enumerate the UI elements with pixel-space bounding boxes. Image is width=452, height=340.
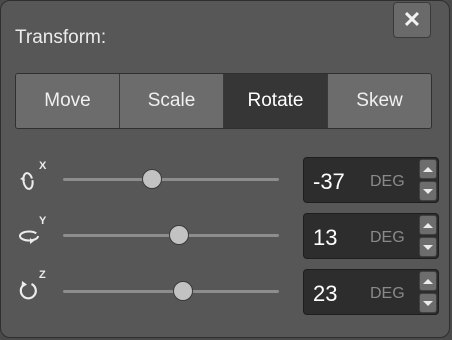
slider-track-y[interactable] [63, 225, 279, 245]
chevron-up-icon [423, 166, 433, 172]
chevron-down-icon [423, 300, 433, 306]
tab-move[interactable]: Move [16, 74, 120, 128]
value-field-x[interactable]: -37 DEG [303, 157, 439, 203]
close-icon: ✕ [402, 7, 422, 32]
slider-track-z[interactable] [63, 281, 279, 301]
transform-panel: Transform: ✕ Move Scale Rotate Skew X -3… [0, 0, 450, 338]
transform-mode-tabs: Move Scale Rotate Skew [15, 73, 432, 129]
rotate-y-icon: Y [17, 215, 51, 249]
slider-thumb-y[interactable] [168, 225, 189, 245]
close-button[interactable]: ✕ [393, 2, 431, 38]
chevron-down-icon [423, 188, 433, 194]
tab-scale[interactable]: Scale [120, 74, 224, 128]
stepper-up-x[interactable] [419, 159, 437, 179]
axis-label-y: Y [39, 215, 47, 227]
slider-thumb-z[interactable] [172, 281, 193, 301]
stepper-down-z[interactable] [419, 293, 437, 313]
stepper-down-y[interactable] [419, 237, 437, 257]
tab-skew[interactable]: Skew [328, 74, 431, 128]
value-y: 13 [313, 225, 338, 250]
value-field-y[interactable]: 13 DEG [303, 213, 439, 259]
chevron-up-icon [423, 278, 433, 284]
value-x: -37 [313, 169, 345, 194]
tab-rotate[interactable]: Rotate [224, 74, 328, 128]
rotate-x-icon: X [17, 160, 51, 194]
chevron-down-icon [423, 244, 433, 250]
axis-label-z: Z [39, 269, 46, 281]
value-field-z[interactable]: 23 DEG [303, 269, 439, 315]
axis-label-x: X [39, 160, 47, 172]
value-z: 23 [313, 281, 338, 306]
stepper-up-y[interactable] [419, 215, 437, 235]
unit-x: DEG [370, 173, 405, 190]
rotate-z-icon: Z [17, 269, 51, 303]
stepper-up-z[interactable] [419, 271, 437, 291]
unit-z: DEG [370, 285, 405, 302]
slider-track-x[interactable] [63, 169, 279, 189]
chevron-up-icon [423, 222, 433, 228]
stepper-down-x[interactable] [419, 181, 437, 201]
panel-title: Transform: [15, 27, 107, 48]
unit-y: DEG [370, 229, 405, 246]
slider-thumb-x[interactable] [141, 169, 162, 189]
